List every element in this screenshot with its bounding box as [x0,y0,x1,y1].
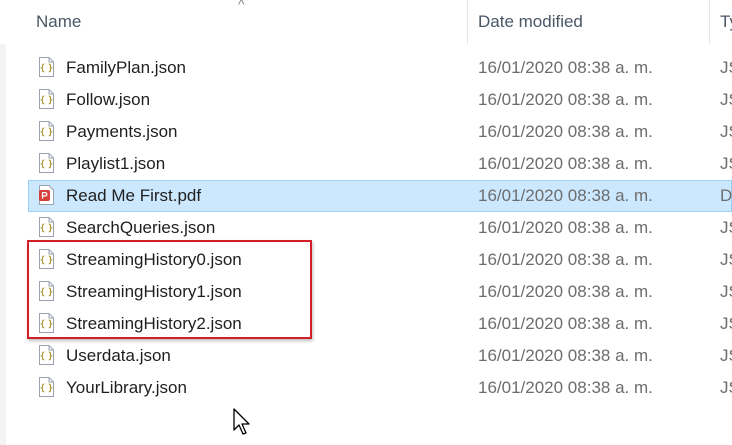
file-date-modified: 16/01/2020 08:38 a. m. [478,314,653,333]
column-header: ^ Name Date modified Ty [0,0,732,44]
file-name: FamilyPlan.json [66,58,186,77]
file-date-modified: 16/01/2020 08:38 a. m. [478,218,653,237]
file-row[interactable]: Playlist1.json 16/01/2020 08:38 a. m. JS [28,148,732,180]
file-type: JS [720,90,732,109]
file-name: Userdata.json [66,346,171,365]
navigation-pane-edge [0,0,6,445]
file-type: JS [720,346,732,365]
file-type: JS [720,378,732,397]
file-row[interactable]: Userdata.json 16/01/2020 08:38 a. m. JS [28,340,732,372]
file-row[interactable]: Read Me First.pdf 16/01/2020 08:38 a. m. D [28,180,732,212]
file-date-modified: 16/01/2020 08:38 a. m. [478,186,653,205]
pdf-file-icon [39,185,54,205]
file-name: Read Me First.pdf [66,186,202,205]
file-date-modified: 16/01/2020 08:38 a. m. [478,90,653,109]
file-name: Playlist1.json [66,154,166,173]
file-date-modified: 16/01/2020 08:38 a. m. [478,378,653,397]
file-name: Follow.json [66,90,151,109]
date-modified-column-header[interactable]: Date modified [478,0,583,44]
json-file-icon [39,377,54,397]
json-file-icon [39,121,54,141]
file-date-modified: 16/01/2020 08:38 a. m. [478,58,653,77]
mouse-cursor-icon [233,408,250,435]
json-file-icon [39,153,54,173]
column-divider[interactable] [467,0,468,44]
file-row[interactable]: Payments.json 16/01/2020 08:38 a. m. JS [28,116,732,148]
json-file-icon [39,57,54,77]
name-column-header[interactable]: Name [36,0,81,44]
file-row[interactable]: YourLibrary.json 16/01/2020 08:38 a. m. JS [28,372,732,404]
file-date-modified: 16/01/2020 08:38 a. m. [478,250,653,269]
file-date-modified: 16/01/2020 08:38 a. m. [478,346,653,365]
file-type: JS [720,218,732,237]
file-date-modified: 16/01/2020 08:38 a. m. [478,154,653,173]
file-date-modified: 16/01/2020 08:38 a. m. [478,282,653,301]
file-type: JS [720,314,732,333]
file-type: JS [720,154,732,173]
file-type: D [720,186,732,205]
sort-ascending-icon[interactable]: ^ [238,0,245,12]
file-type: JS [720,250,732,269]
file-row[interactable]: FamilyPlan.json 16/01/2020 08:38 a. m. JS [28,52,732,84]
highlight-annotation [27,240,312,339]
type-column-header[interactable]: Ty [720,0,732,44]
file-name: Payments.json [66,122,178,141]
json-file-icon [39,345,54,365]
file-row[interactable]: Follow.json 16/01/2020 08:38 a. m. JS [28,84,732,116]
json-file-icon [39,217,54,237]
file-date-modified: 16/01/2020 08:38 a. m. [478,122,653,141]
file-type: JS [720,58,732,77]
column-divider[interactable] [709,0,710,44]
json-file-icon [39,89,54,109]
file-name: YourLibrary.json [66,378,187,397]
file-type: JS [720,122,732,141]
file-type: JS [720,282,732,301]
